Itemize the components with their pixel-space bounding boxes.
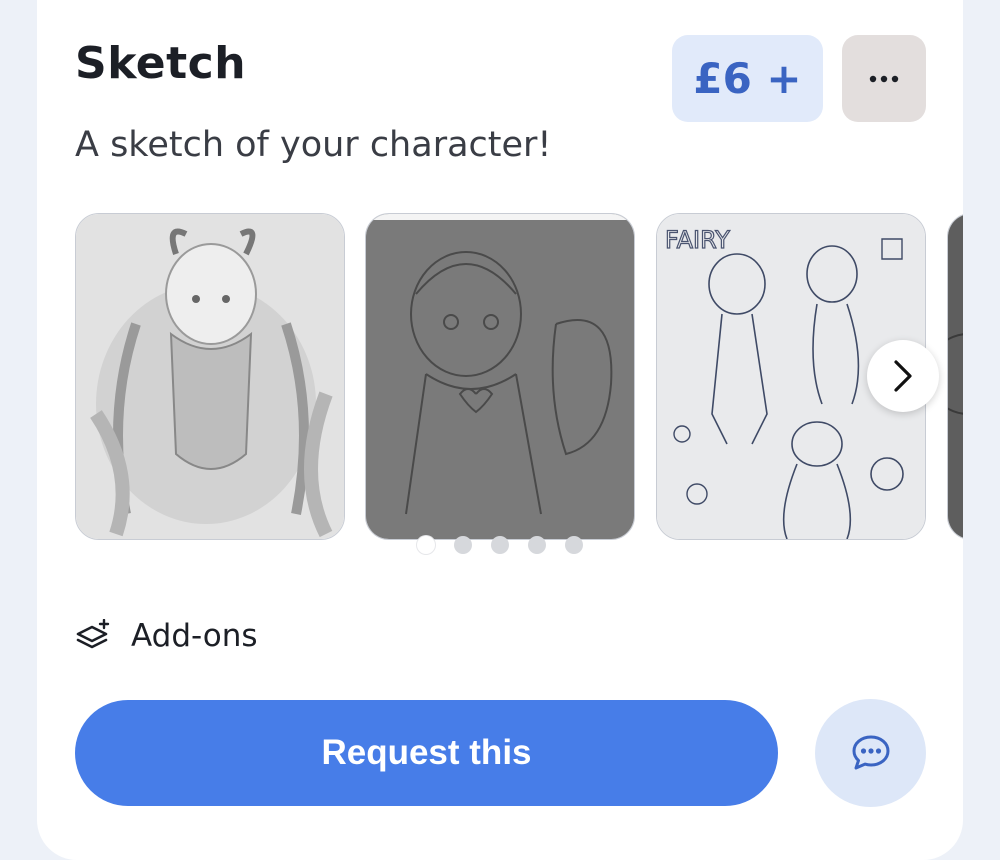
gallery-image-4[interactable] xyxy=(947,213,963,540)
chat-bubble-icon xyxy=(852,735,889,770)
gallery-image-2[interactable] xyxy=(365,213,635,540)
chat-button[interactable] xyxy=(815,699,926,807)
layers-plus-icon xyxy=(76,619,110,649)
carousel-dot-4[interactable] xyxy=(528,536,546,554)
request-button[interactable]: Request this xyxy=(75,700,778,806)
carousel-dot-5[interactable] xyxy=(565,536,583,554)
carousel-dot-3[interactable] xyxy=(491,536,509,554)
svg-text:FAIRY: FAIRY xyxy=(665,226,730,254)
gallery-image-1[interactable] xyxy=(75,213,345,540)
product-description: A sketch of your character! xyxy=(75,125,552,165)
carousel-dot-1[interactable] xyxy=(417,536,435,554)
image-carousel[interactable]: FAIRY xyxy=(75,213,963,543)
carousel-dot-2[interactable] xyxy=(454,536,472,554)
more-options-button[interactable] xyxy=(842,35,926,122)
more-horizontal-icon xyxy=(869,75,899,82)
price-badge: £6 + xyxy=(672,35,823,122)
carousel-pagination xyxy=(410,536,590,556)
carousel-next-button[interactable] xyxy=(867,340,939,412)
chevron-right-icon xyxy=(894,360,912,392)
addons-label: Add-ons xyxy=(131,618,258,654)
addons-toggle[interactable]: Add-ons xyxy=(75,618,258,654)
product-title: Sketch xyxy=(75,38,247,89)
